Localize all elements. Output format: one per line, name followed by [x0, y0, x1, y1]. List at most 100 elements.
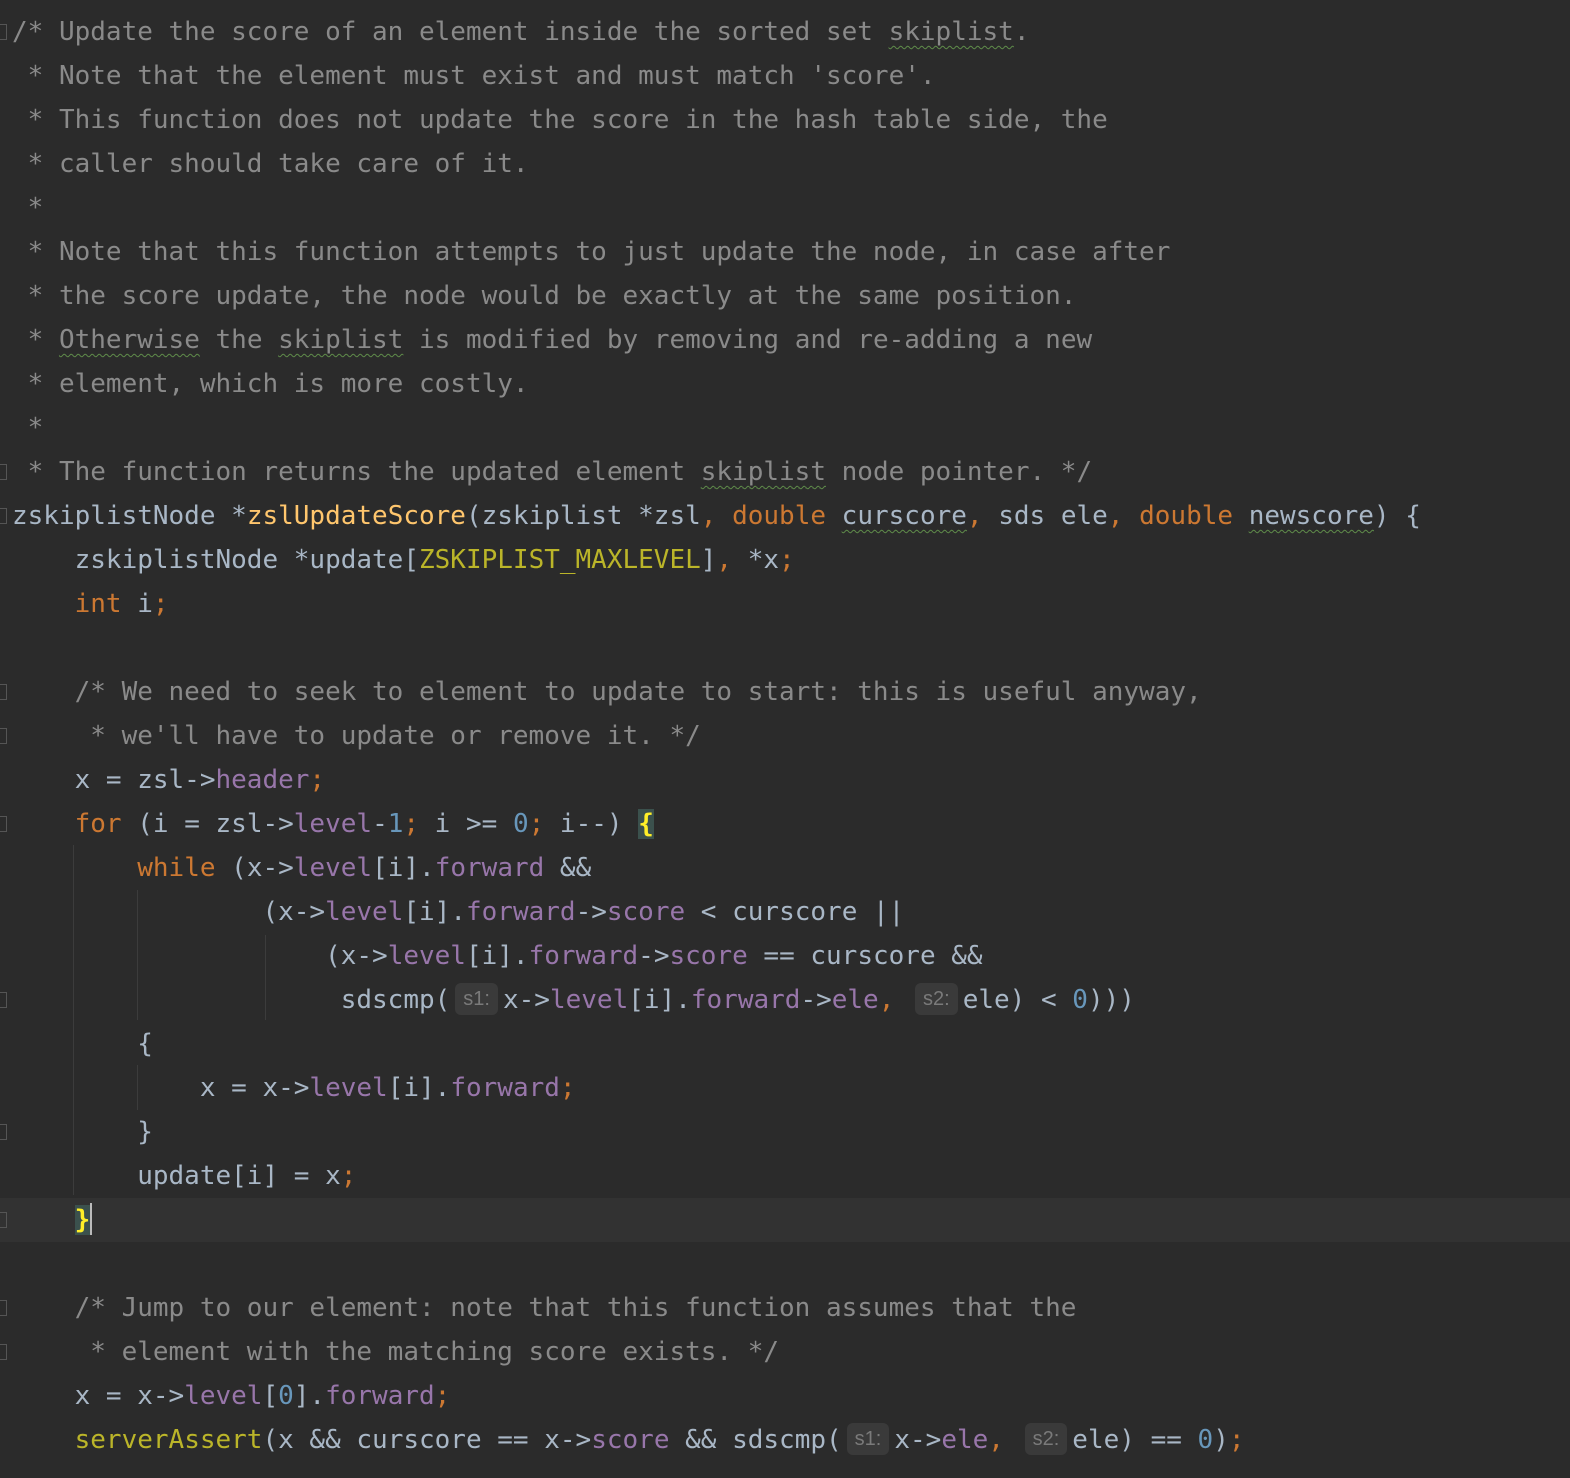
number-literal-token: 0 [1197, 1425, 1214, 1455]
comment-token: * caller should take care of it. [12, 149, 529, 179]
field-token: level [309, 1073, 388, 1103]
code-line[interactable]: for (i = zsl->level-1; i >= 0; i--) { [0, 802, 1570, 846]
parameter-hint: s2: [915, 982, 958, 1015]
misspelled-word-token: newscore [1248, 501, 1374, 531]
code-line[interactable]: * This function does not update the scor… [0, 98, 1570, 142]
code-line[interactable]: * element with the matching score exists… [0, 1330, 1570, 1374]
keyword-token: ; [152, 589, 169, 619]
code-line[interactable]: * [0, 406, 1570, 450]
fold-marker-icon[interactable] [0, 508, 7, 524]
code-line[interactable]: /* Jump to our element: note that this f… [0, 1286, 1570, 1330]
code-token: ) { [1373, 501, 1421, 531]
macro-token: ZSKIPLIST_MAXLEVEL [419, 545, 701, 575]
keyword-token: ; [779, 545, 795, 575]
code-token: [i]. [387, 1073, 451, 1103]
fold-marker-icon[interactable] [0, 1124, 7, 1140]
code-line[interactable]: * the score update, the node would be ex… [0, 274, 1570, 318]
code-line[interactable]: x = x->level[0].forward; [0, 1374, 1570, 1418]
fold-marker-icon[interactable] [0, 1300, 7, 1316]
keyword-token: ; [434, 1381, 451, 1411]
code-line[interactable] [0, 626, 1570, 670]
code-editor[interactable]: /* Update the score of an element inside… [0, 10, 1570, 1462]
keyword-token: while [137, 853, 216, 883]
keyword-token: ; [1228, 1425, 1245, 1455]
comment-token: the [199, 325, 279, 355]
field-token: forward [450, 1073, 560, 1103]
code-token: [i]. [628, 985, 691, 1015]
code-line[interactable]: * The function returns the updated eleme… [0, 450, 1570, 494]
comment-token: node pointer. */ [825, 457, 1093, 487]
comment-token: * [12, 193, 44, 223]
keyword-token: for [74, 809, 122, 839]
code-line[interactable]: zskiplistNode *update[ZSKIPLIST_MAXLEVEL… [0, 538, 1570, 582]
code-token: - [372, 809, 388, 839]
code-token: zskiplistNode *update[ [12, 545, 419, 575]
code-token: zskiplistNode * [12, 501, 247, 531]
keyword-token: , [966, 501, 983, 531]
keyword-token: , [1107, 501, 1124, 531]
fold-marker-icon[interactable] [0, 1212, 7, 1228]
code-line[interactable]: /* Update the score of an element inside… [0, 10, 1570, 54]
code-line[interactable]: { [0, 1022, 1570, 1066]
code-line[interactable]: sdscmp(s1: x->level[i].forward->ele, s2: e… [0, 978, 1570, 1022]
code-line[interactable]: (x->level[i].forward->score == curscore … [0, 934, 1570, 978]
field-token: forward [465, 897, 576, 927]
comment-token: * Note that the element must exist and m… [12, 61, 936, 91]
code-token: (x-> [12, 941, 388, 971]
code-token: (x-> [215, 853, 294, 883]
code-line[interactable]: serverAssert(x && curscore == x->score &… [0, 1418, 1570, 1462]
code-token: sdscmp( [12, 985, 451, 1015]
field-token: level [387, 941, 466, 971]
fold-marker-icon[interactable] [0, 464, 7, 480]
field-token: level [293, 809, 373, 839]
code-line[interactable]: * we'll have to update or remove it. */ [0, 714, 1570, 758]
code-line[interactable]: (x->level[i].forward->score < curscore |… [0, 890, 1570, 934]
function-name-token: zslUpdateScore [246, 501, 466, 531]
comment-token: . [1013, 17, 1030, 47]
field-token: forward [690, 985, 801, 1015]
field-token: score [669, 941, 748, 971]
code-line[interactable]: x = zsl->header; [0, 758, 1570, 802]
code-line[interactable]: * Otherwise the skiplist is modified by … [0, 318, 1570, 362]
comment-token: * element, which is more costly. [12, 369, 529, 399]
fold-marker-icon[interactable] [0, 24, 7, 40]
comment-token: /* We need to seek to element to update … [12, 677, 1202, 707]
fold-marker-icon[interactable] [0, 1344, 7, 1360]
fold-marker-icon[interactable] [0, 684, 7, 700]
code-line[interactable]: int i; [0, 582, 1570, 626]
code-line[interactable]: while (x->level[i].forward && [0, 846, 1570, 890]
code-line[interactable]: zskiplistNode *zslUpdateScore(zskiplist … [0, 494, 1570, 538]
code-token: ) [1213, 1425, 1229, 1455]
comment-token: /* Update the score of an element inside… [12, 17, 889, 47]
field-token: ele [831, 985, 879, 1015]
code-line[interactable]: } [0, 1110, 1570, 1154]
code-token: [i]. [403, 897, 466, 927]
code-line[interactable]: * Note that the element must exist and m… [0, 54, 1570, 98]
code-line[interactable]: update[i] = x; [0, 1154, 1570, 1198]
code-token: sds ele [982, 501, 1108, 531]
fold-marker-icon[interactable] [0, 728, 7, 744]
comment-token: * [12, 413, 44, 443]
fold-marker-icon[interactable] [0, 816, 7, 832]
code-token: i >= [419, 809, 513, 839]
code-line[interactable]: * Note that this function attempts to ju… [0, 230, 1570, 274]
matched-brace-token: } [74, 1205, 91, 1235]
code-line[interactable]: x = x->level[i].forward; [0, 1066, 1570, 1110]
macro-token: serverAssert [74, 1425, 263, 1455]
code-line[interactable]: } [0, 1198, 1570, 1242]
field-token: level [184, 1381, 263, 1411]
misspelled-word-token: Otherwise [58, 325, 200, 355]
misspelled-word-token: skiplist [700, 457, 826, 487]
comment-token: * [12, 325, 59, 355]
fold-marker-icon[interactable] [0, 992, 7, 1008]
field-token: header [215, 765, 310, 795]
code-line[interactable]: /* We need to seek to element to update … [0, 670, 1570, 714]
misspelled-word-token: skiplist [278, 325, 404, 355]
code-line[interactable]: * [0, 186, 1570, 230]
code-line[interactable]: * element, which is more costly. [0, 362, 1570, 406]
code-line[interactable]: * caller should take care of it. [0, 142, 1570, 186]
code-token: x = x-> [12, 1381, 185, 1411]
code-line[interactable] [0, 1242, 1570, 1286]
